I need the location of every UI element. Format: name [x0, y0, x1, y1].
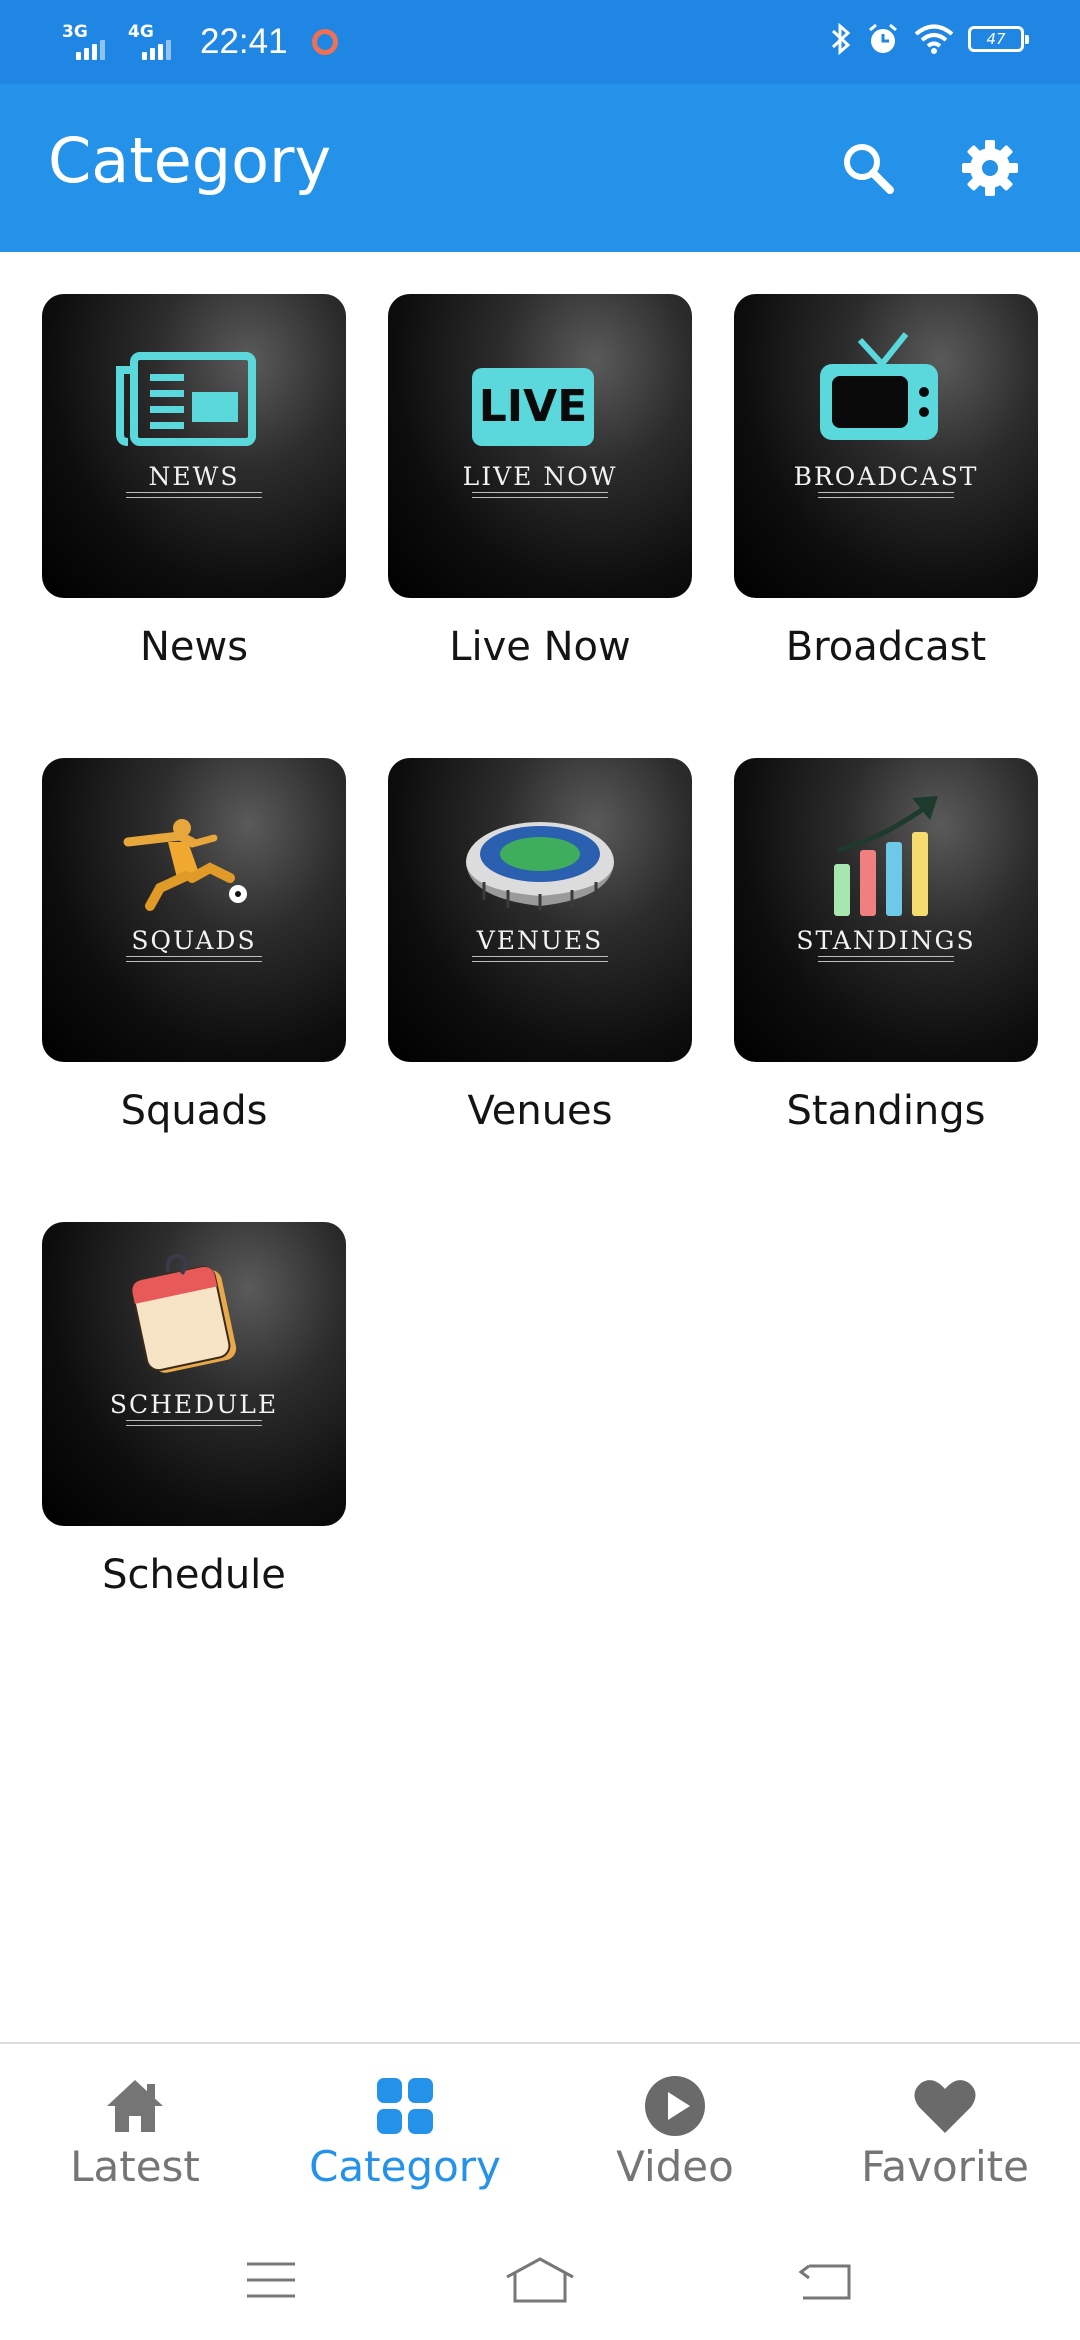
category-tile-live-now[interactable]: LIVE LIVE NOW Live Now — [388, 294, 692, 670]
grid-icon — [377, 2078, 433, 2134]
nav-item-latest[interactable]: Latest — [0, 2074, 270, 2191]
heart-icon — [914, 2080, 976, 2133]
alarm-icon — [869, 23, 897, 53]
card-text: VENUES — [476, 926, 604, 955]
search-icon — [844, 144, 894, 194]
home-outline-icon — [506, 2257, 574, 2303]
card-text: STANDINGS — [796, 926, 976, 955]
card-text: LIVE NOW — [462, 462, 618, 491]
cellular-signal-icon: 4G — [128, 22, 184, 62]
card-underline — [126, 956, 262, 962]
tv-icon — [820, 332, 938, 440]
category-label[interactable]: News — [42, 624, 346, 670]
nav-label: Favorite — [861, 2142, 1029, 2191]
card-underline — [818, 492, 954, 498]
back-icon — [798, 2264, 851, 2300]
card-text: SQUADS — [131, 926, 257, 955]
category-card[interactable]: BROADCAST — [734, 294, 1038, 598]
app-bar: Category — [0, 84, 1080, 252]
battery-icon: 47 — [968, 26, 1029, 52]
search-button[interactable] — [830, 130, 906, 206]
category-label[interactable]: Squads — [42, 1088, 346, 1134]
category-tile-squads[interactable]: SQUADS Squads — [42, 758, 346, 1134]
home-button[interactable] — [495, 2250, 585, 2310]
recents-button[interactable] — [226, 2250, 316, 2310]
battery-level: 47 — [986, 30, 1006, 48]
category-card[interactable]: LIVE LIVE NOW — [388, 294, 692, 598]
live-badge-icon: LIVE — [472, 368, 594, 446]
card-text: NEWS — [148, 462, 240, 491]
network-type-2: 4G — [128, 22, 154, 42]
card-underline — [126, 1420, 262, 1426]
category-tile-standings[interactable]: STANDINGS Standings — [734, 758, 1038, 1134]
play-circle-icon — [645, 2076, 705, 2136]
nav-item-favorite[interactable]: Favorite — [810, 2074, 1080, 2191]
category-card[interactable]: SCHEDULE — [42, 1222, 346, 1526]
live-text: LIVE — [479, 381, 588, 432]
wifi-icon — [914, 24, 954, 54]
nav-label: Category — [309, 2142, 501, 2191]
category-tile-news[interactable]: NEWS News — [42, 294, 346, 670]
calendar-notes-icon — [131, 1253, 237, 1373]
nav-item-category[interactable]: Category — [270, 2074, 540, 2191]
network-type-1: 3G — [62, 22, 88, 42]
category-label[interactable]: Venues — [388, 1088, 692, 1134]
card-underline — [126, 492, 262, 498]
category-tile-venues[interactable]: VENUES Venues — [388, 758, 692, 1134]
home-icon — [107, 2080, 163, 2132]
status-bar: 3G 4G 22:41 47 — [0, 0, 1080, 84]
clock: 22:41 — [200, 22, 288, 61]
category-card[interactable]: NEWS — [42, 294, 346, 598]
category-label[interactable]: Standings — [734, 1088, 1038, 1134]
newspaper-icon — [116, 352, 256, 446]
bar-chart-icon — [834, 796, 938, 916]
bottom-navigation: Latest Category Video Favorite — [0, 2042, 1080, 2228]
gear-icon — [962, 140, 1018, 196]
card-underline — [472, 492, 608, 498]
system-navigation-bar — [0, 2228, 1080, 2340]
card-text: BROADCAST — [793, 462, 979, 491]
category-label[interactable]: Broadcast — [734, 624, 1038, 670]
bluetooth-icon — [831, 22, 851, 56]
menu-icon — [247, 2262, 295, 2298]
category-tile-schedule[interactable]: SCHEDULE Schedule — [42, 1222, 346, 1598]
category-card[interactable]: VENUES — [388, 758, 692, 1062]
nav-label: Latest — [70, 2142, 200, 2191]
nav-item-video[interactable]: Video — [540, 2074, 810, 2191]
back-button[interactable] — [780, 2250, 870, 2310]
soccer-player-icon — [123, 819, 247, 911]
notification-dot-icon — [311, 29, 338, 55]
category-card[interactable]: STANDINGS — [734, 758, 1038, 1062]
stadium-icon — [466, 822, 614, 910]
card-underline — [818, 956, 954, 962]
category-tile-broadcast[interactable]: BROADCAST Broadcast — [734, 294, 1038, 670]
category-card[interactable]: SQUADS — [42, 758, 346, 1062]
nav-label: Video — [616, 2142, 734, 2191]
card-underline — [472, 956, 608, 962]
category-label[interactable]: Schedule — [42, 1552, 346, 1598]
settings-button[interactable] — [952, 130, 1028, 206]
page-title: Category — [48, 124, 332, 197]
cellular-signal-icon: 3G — [62, 22, 118, 62]
category-label[interactable]: Live Now — [388, 624, 692, 670]
card-text: SCHEDULE — [109, 1390, 279, 1419]
